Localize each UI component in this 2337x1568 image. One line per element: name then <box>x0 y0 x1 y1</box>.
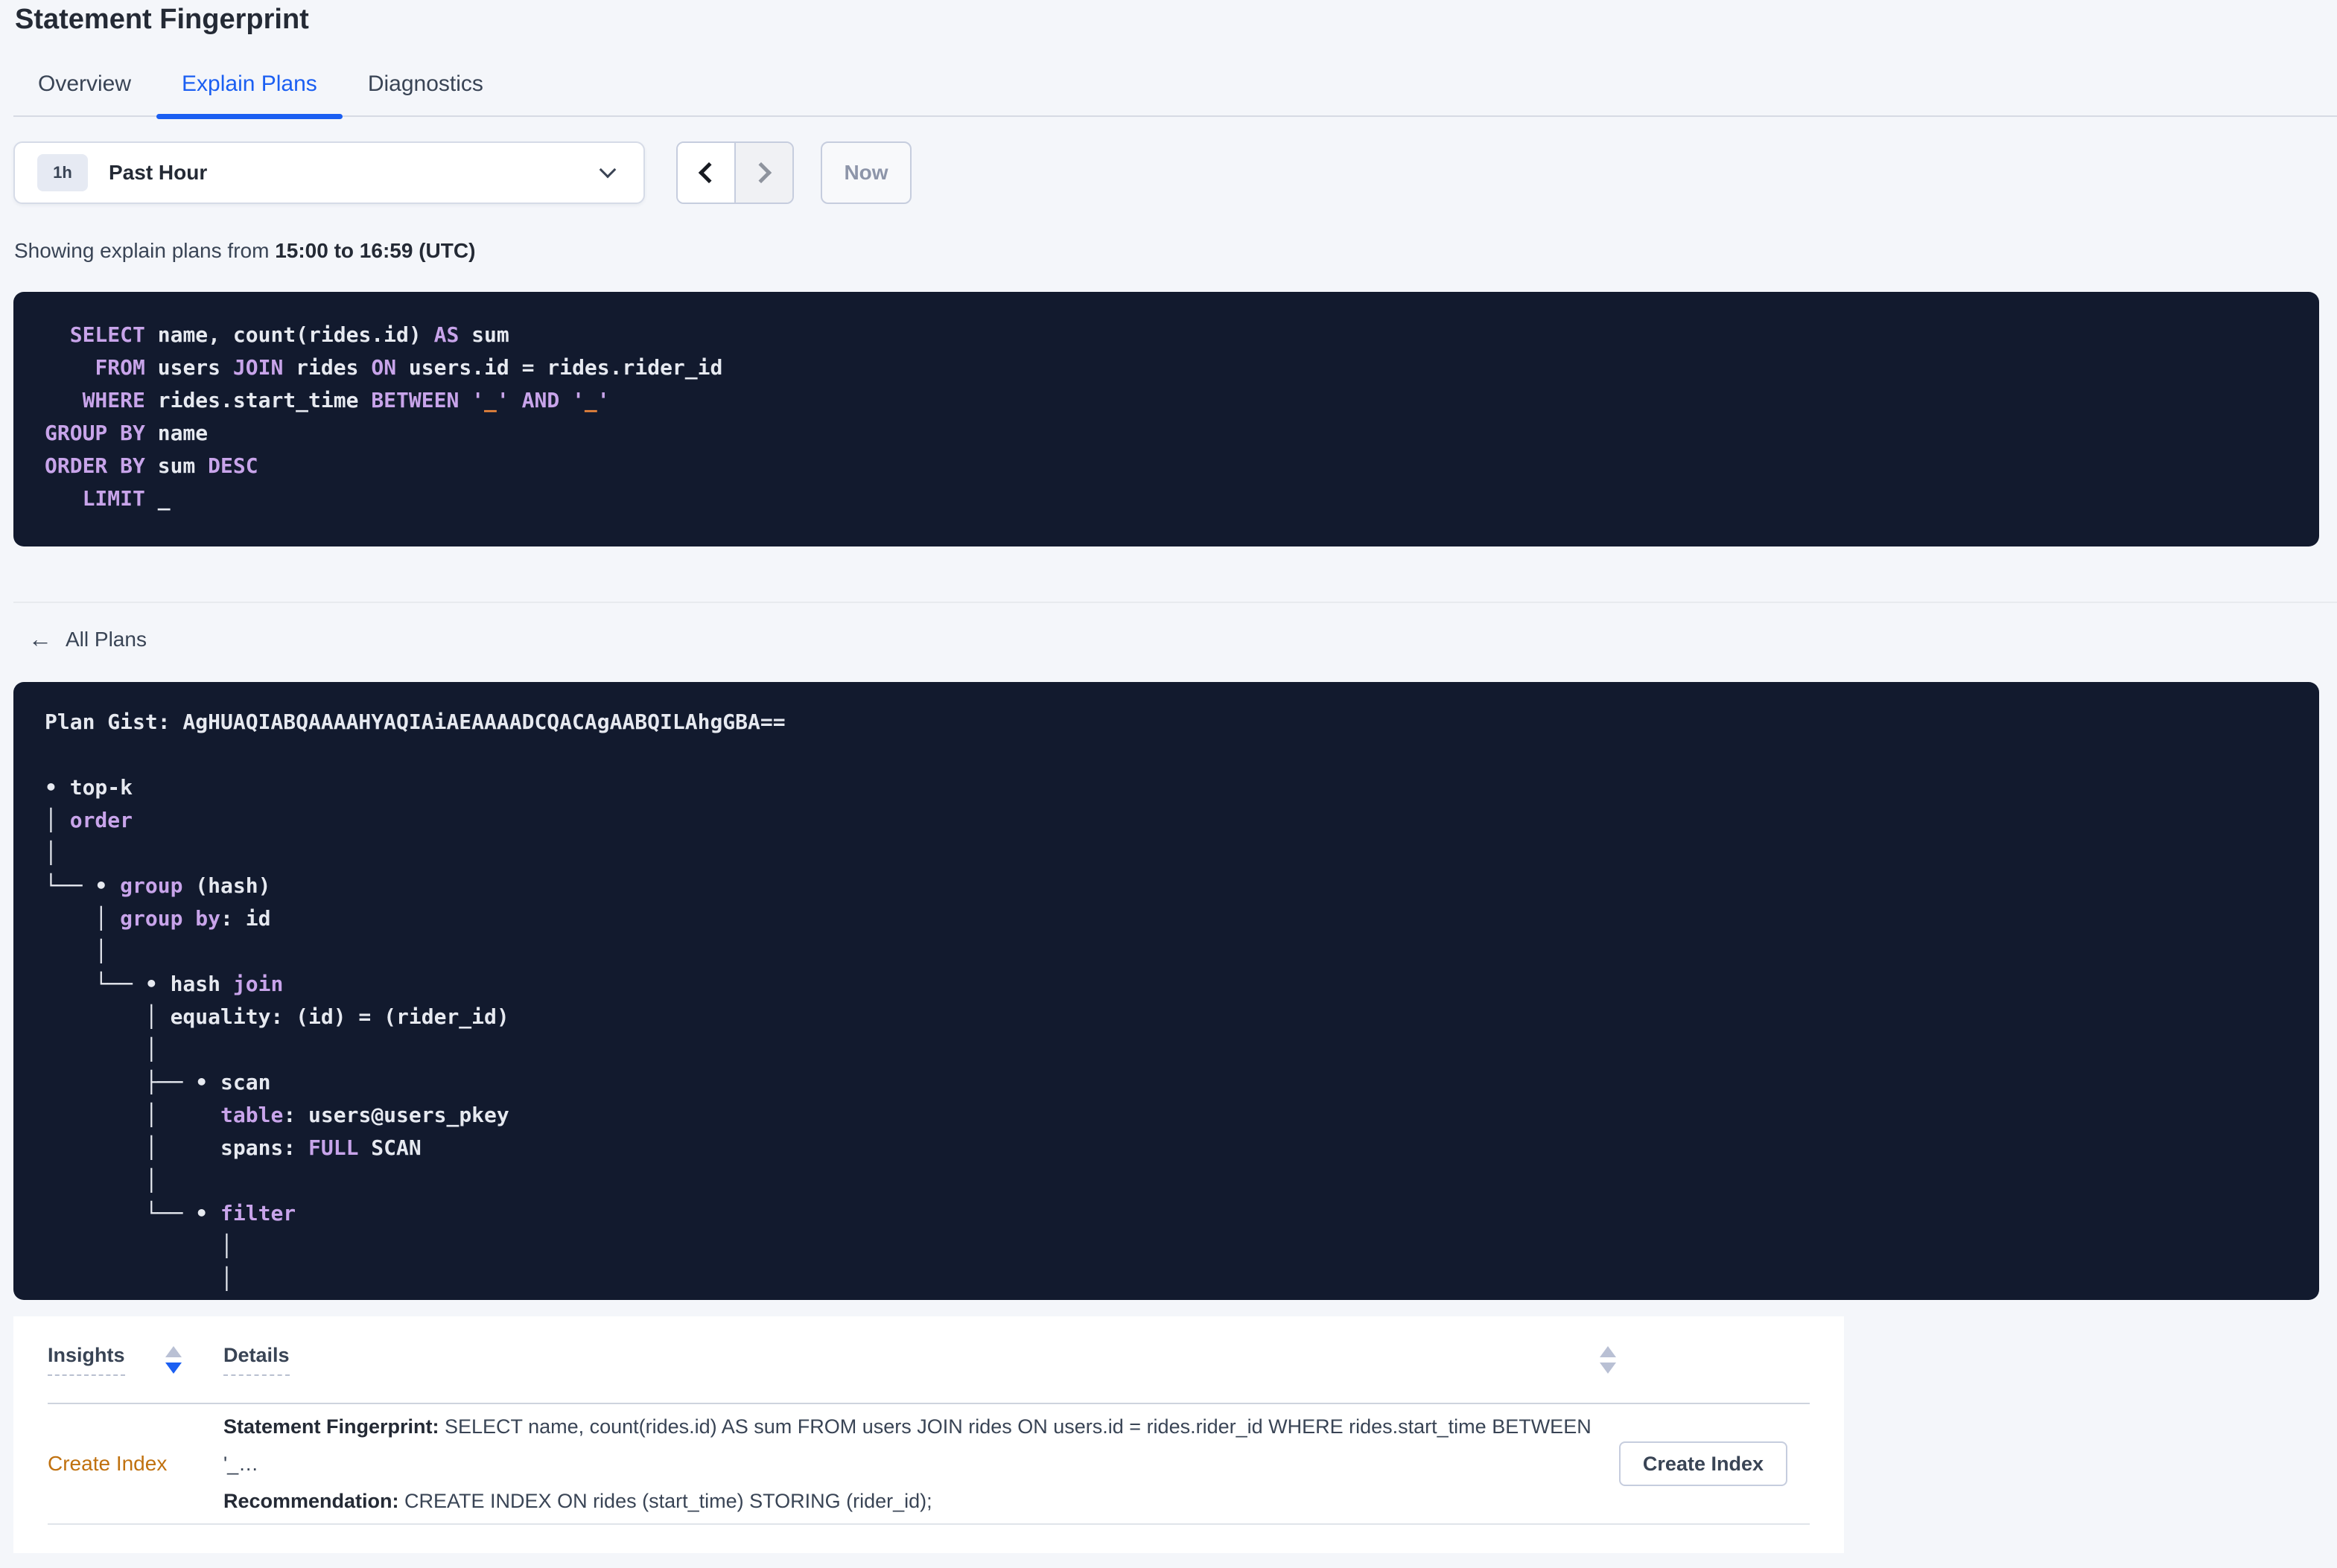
section-divider <box>13 602 2337 603</box>
insights-header-label: Insights <box>48 1344 125 1376</box>
time-range-badge: 1h <box>37 154 88 191</box>
page-title: Statement Fingerprint <box>15 4 309 35</box>
showing-range: 15:00 to 16:59 (UTC) <box>275 239 476 262</box>
all-plans-label: All Plans <box>66 628 147 651</box>
chevron-right-icon <box>750 162 772 184</box>
recommendation-line: Recommendation: CREATE INDEX ON rides (s… <box>223 1490 932 1512</box>
sort-icon <box>1600 1345 1616 1374</box>
all-plans-back-link[interactable]: All Plans <box>28 624 147 655</box>
time-range-nav <box>676 141 794 204</box>
sort-icon <box>165 1345 182 1374</box>
time-range-label: Past Hour <box>109 161 208 184</box>
showing-range-text: Showing explain plans from 15:00 to 16:5… <box>14 238 475 264</box>
table-row: Create Index Statement Fingerprint: SELE… <box>48 1404 1810 1525</box>
insights-table: Insights Details Create Index Statement … <box>13 1316 1844 1553</box>
now-button[interactable]: Now <box>821 141 912 204</box>
column-header-details[interactable]: Details <box>223 1344 1810 1376</box>
tab-diagnostics[interactable]: Diagnostics <box>343 63 509 118</box>
plan-gist-box: Plan Gist: AgHUAQIABQAAAAHYAQIAiAEAAAADC… <box>13 682 2319 1300</box>
time-range-select[interactable]: 1h Past Hour <box>13 141 645 204</box>
fingerprint-line: Statement Fingerprint: SELECT name, coun… <box>223 1415 1592 1475</box>
create-index-button[interactable]: Create Index <box>1618 1441 1787 1486</box>
left-arrow-icon <box>28 624 52 655</box>
insight-details-cell: Statement Fingerprint: SELECT name, coun… <box>223 1408 1619 1520</box>
tab-explain-plans[interactable]: Explain Plans <box>156 63 343 119</box>
action-cell: Create Index <box>1618 1441 1810 1486</box>
sql-statement-box: SELECT name, count(rides.id) AS sum FROM… <box>13 292 2319 546</box>
chevron-down-icon <box>599 161 617 179</box>
insight-type-cell: Create Index <box>48 1452 168 1475</box>
insights-table-header: Insights Details <box>48 1316 1810 1404</box>
next-range-button[interactable] <box>734 143 792 203</box>
details-header-label: Details <box>223 1344 290 1376</box>
column-header-insights[interactable]: Insights <box>48 1344 223 1376</box>
prev-range-button[interactable] <box>678 143 734 203</box>
time-picker-row: 1h Past Hour Now <box>13 141 912 204</box>
tab-overview[interactable]: Overview <box>13 63 156 118</box>
chevron-left-icon <box>698 162 720 184</box>
tab-bar: Overview Explain Plans Diagnostics <box>13 63 509 119</box>
showing-prefix: Showing explain plans from <box>14 239 276 262</box>
